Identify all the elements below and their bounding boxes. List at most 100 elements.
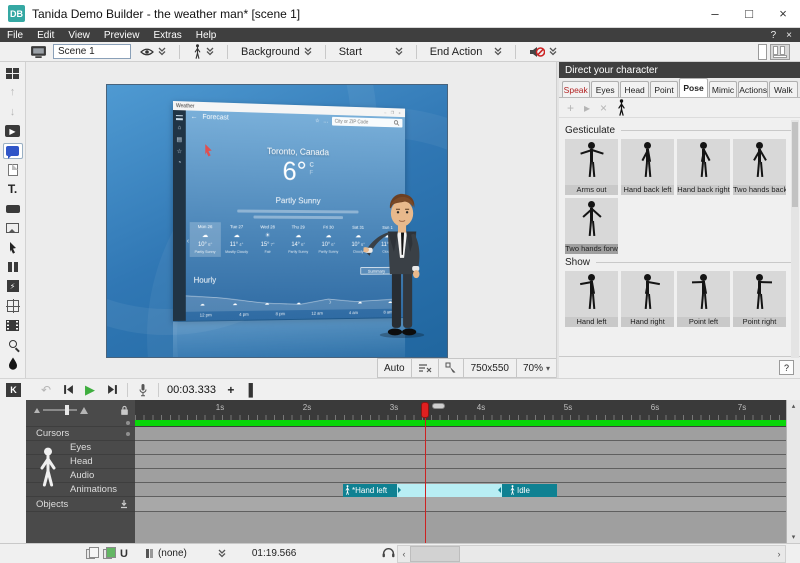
cursor-tool[interactable] xyxy=(3,240,23,256)
transition-tool[interactable] xyxy=(3,259,23,275)
play-tool[interactable]: ▶ xyxy=(3,123,23,139)
track-label-cursors[interactable]: Cursors xyxy=(26,427,135,441)
visibility-button[interactable] xyxy=(137,46,169,57)
ink-tool[interactable] xyxy=(3,356,23,372)
screen-track[interactable] xyxy=(135,420,786,427)
timeline-zoom-slider[interactable] xyxy=(43,409,77,411)
panel-layout-button-1[interactable] xyxy=(758,44,767,60)
pose-thumbnail[interactable]: Hand back left xyxy=(621,139,674,195)
track-dot[interactable] xyxy=(126,432,130,436)
zoom-in-icon[interactable] xyxy=(80,407,88,414)
pose-thumbnail[interactable]: Two hands forw xyxy=(565,198,618,254)
pose-thumbnail[interactable]: Hand left xyxy=(565,271,618,327)
scrollbar-thumb[interactable] xyxy=(792,122,798,207)
character-tab[interactable]: Head xyxy=(620,81,648,97)
record-audio-button[interactable] xyxy=(136,383,150,397)
pan-mode-button[interactable] xyxy=(439,359,463,377)
zoom-slider-thumb[interactable] xyxy=(65,405,69,415)
lock-icon[interactable] xyxy=(120,405,129,416)
timeline-ruler[interactable]: 1s2s3s4s5s6s7s xyxy=(135,400,786,420)
idle-clip[interactable]: Idle xyxy=(502,484,557,497)
eyes-track[interactable] xyxy=(135,441,786,455)
selection-dropdown[interactable]: (none) xyxy=(146,548,226,559)
maximize-button[interactable]: □ xyxy=(732,0,766,28)
skip-end-button[interactable] xyxy=(105,384,119,395)
pose-thumbnail[interactable]: Point right xyxy=(733,271,786,327)
hscroll-thumb[interactable] xyxy=(410,546,460,562)
headphones-icon[interactable] xyxy=(382,547,395,558)
scroll-right-icon[interactable]: › xyxy=(773,549,785,559)
character-button[interactable] xyxy=(190,43,217,60)
pose-thumbnail[interactable]: Hand back right xyxy=(677,139,730,195)
undo-button[interactable]: ↶ xyxy=(39,383,53,397)
audio-track[interactable] xyxy=(135,469,786,483)
pose-transition-clip[interactable] xyxy=(397,484,502,497)
menu-item[interactable]: Preview xyxy=(97,28,147,42)
video-tool[interactable] xyxy=(3,317,23,333)
zoom-select[interactable]: 70%▾ xyxy=(517,359,556,377)
snap-magnet-icon[interactable]: U xyxy=(120,548,128,560)
mute-button[interactable] xyxy=(526,45,560,59)
character-tab[interactable]: Pose xyxy=(679,78,707,97)
panel-layout-button-2[interactable] xyxy=(770,44,790,60)
scroll-left-icon[interactable]: ‹ xyxy=(398,549,410,559)
close-button[interactable]: × xyxy=(766,0,800,28)
move-down-tool[interactable]: ↓ xyxy=(3,104,23,120)
playhead-marker[interactable] xyxy=(421,402,429,418)
skip-start-button[interactable] xyxy=(61,384,75,395)
character-tab[interactable]: Actions xyxy=(738,81,768,97)
delete-pose-button[interactable]: × xyxy=(600,101,607,115)
hand-left-clip[interactable]: *Hand left xyxy=(343,484,397,497)
clear-annotations-button[interactable] xyxy=(412,359,438,377)
add-pose-button[interactable]: + xyxy=(567,101,574,115)
balloon-tool[interactable] xyxy=(3,143,23,159)
animations-track[interactable]: *Hand left Idle xyxy=(135,483,786,497)
track-dot[interactable] xyxy=(126,421,130,425)
text-tool[interactable]: T. xyxy=(3,181,23,197)
help-button[interactable]: ? xyxy=(779,360,794,375)
character-tab[interactable]: Walk xyxy=(769,81,797,97)
scene-input[interactable]: Scene 1 xyxy=(53,44,131,59)
pose-thumbnail[interactable]: Two hands back xyxy=(733,139,786,195)
head-track[interactable] xyxy=(135,455,786,469)
scenes-tool[interactable] xyxy=(3,65,23,81)
menu-item[interactable]: File xyxy=(0,28,30,42)
paste-icon[interactable] xyxy=(103,549,112,559)
interaction-tool[interactable] xyxy=(3,298,23,314)
objects-track[interactable] xyxy=(135,497,786,512)
end-action-button[interactable]: End Action xyxy=(427,45,505,59)
background-button[interactable]: Background xyxy=(238,45,315,59)
menu-item[interactable]: Help xyxy=(189,28,224,42)
menu-item[interactable]: View xyxy=(61,28,97,42)
scroll-down-icon[interactable]: ▾ xyxy=(792,533,796,541)
scroll-up-icon[interactable]: ▴ xyxy=(792,402,796,410)
character-tab[interactable]: Eyes xyxy=(591,81,619,97)
play-pose-button[interactable]: ▸ xyxy=(584,101,590,115)
auto-mode[interactable]: Auto xyxy=(378,359,411,377)
timeline-hscrollbar[interactable]: ‹ › xyxy=(397,545,786,563)
character-tab[interactable]: Speak xyxy=(562,81,590,97)
menu-item[interactable]: Extras xyxy=(146,28,188,42)
minimize-button[interactable]: – xyxy=(698,0,732,28)
slide[interactable]: Weather – ❐ × ⌂ ▤ ☆ ◔ ← xyxy=(106,84,448,358)
pose-thumbnail[interactable]: Arms out xyxy=(565,139,618,195)
menu-item[interactable]: Edit xyxy=(30,28,61,42)
weatherman-character[interactable] xyxy=(363,191,435,339)
play-button[interactable]: ▶ xyxy=(83,382,97,398)
shape-tool[interactable] xyxy=(3,201,23,217)
add-marker-button[interactable]: + xyxy=(224,383,238,397)
character-select-icon[interactable] xyxy=(617,99,626,116)
zoom-out-icon[interactable] xyxy=(34,408,40,413)
start-button[interactable]: Start xyxy=(336,45,406,59)
menu-help-icon[interactable]: ? xyxy=(771,30,777,41)
panel-scrollbar[interactable] xyxy=(791,120,799,358)
pose-thumbnail[interactable]: Hand right xyxy=(621,271,674,327)
menu-close-icon[interactable]: × xyxy=(786,30,792,41)
copy-icon[interactable] xyxy=(86,549,95,559)
pose-thumbnail[interactable]: Point left xyxy=(677,271,730,327)
image-tool[interactable] xyxy=(3,220,23,236)
character-tab[interactable]: Point xyxy=(650,81,678,97)
move-up-tool[interactable]: ↑ xyxy=(3,84,23,100)
cursors-track[interactable] xyxy=(135,427,786,441)
k-tool[interactable]: K xyxy=(6,383,21,397)
